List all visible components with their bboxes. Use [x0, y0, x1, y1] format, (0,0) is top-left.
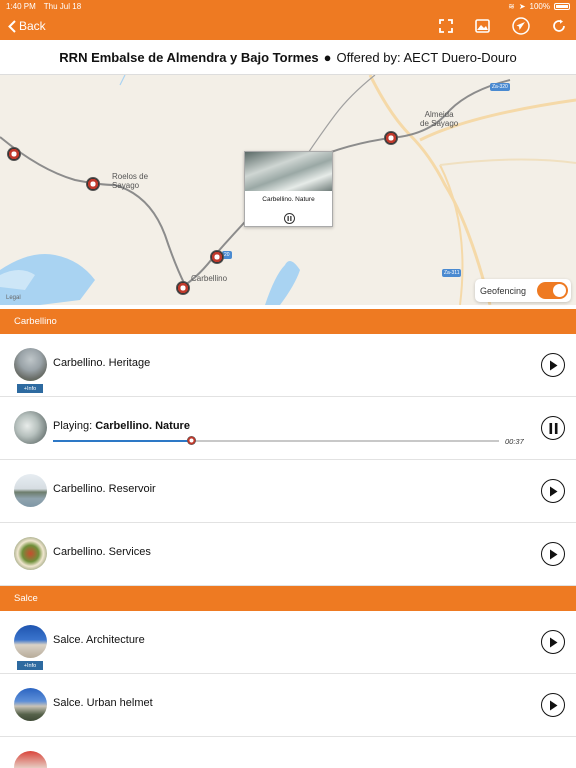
info-badge[interactable]: +Info [17, 384, 43, 393]
back-label: Back [19, 19, 46, 33]
road-shield-za320: Za-320 [490, 83, 510, 91]
play-icon [550, 360, 558, 370]
list-item-partial[interactable] [0, 737, 576, 768]
item-title: Carbellino. Services [53, 546, 151, 558]
item-title: Carbellino. Heritage [53, 357, 151, 369]
item-title: Playing: Carbellino. Nature [53, 420, 190, 432]
list-item[interactable]: Carbellino. Services [0, 523, 576, 586]
thumbnail-urban-helmet [14, 688, 47, 721]
playing-prefix: Playing: [53, 420, 96, 432]
geofencing-toggle[interactable] [537, 282, 568, 299]
map-pin[interactable] [176, 281, 190, 295]
play-icon [550, 637, 558, 647]
list-item[interactable]: +Info Salce. Architecture [0, 611, 576, 674]
play-button[interactable] [541, 479, 565, 503]
list-item[interactable]: Carbellino. Reservoir [0, 460, 576, 523]
section-header-salce: Salce [0, 586, 576, 611]
offered-by: Offered by: AECT Duero-Douro [336, 49, 517, 65]
map-pin[interactable] [86, 177, 100, 191]
wifi-icon: ≋ [508, 1, 515, 11]
progress-slider[interactable] [53, 436, 499, 445]
thumbnail-services [14, 537, 47, 570]
map-pin[interactable] [384, 131, 398, 145]
map-pin[interactable] [210, 250, 224, 264]
callout-image [245, 152, 332, 191]
battery-icon [554, 2, 570, 10]
refresh-icon[interactable] [552, 19, 566, 33]
status-date: Thu Jul 18 [43, 1, 82, 11]
thumbnail-architecture [14, 625, 47, 658]
audio-list: Carbellino +Info Carbellino. Heritage Pl… [0, 309, 576, 768]
map-callout[interactable]: Carbellino. Nature [244, 151, 333, 227]
geofencing-label: Geofencing [480, 285, 527, 296]
info-badge[interactable]: +Info [17, 661, 43, 670]
image-icon[interactable] [475, 19, 490, 33]
nav-bar: Back [0, 12, 576, 40]
map-label-carbellino: Carbellino [191, 274, 228, 283]
location-icon: ➤ [518, 1, 526, 11]
map-label-roelos: Roelos de Sayago [112, 172, 149, 190]
thumbnail-heritage [14, 348, 47, 381]
map-label-almeida: Almeida de Sayago [420, 110, 459, 128]
play-button[interactable] [541, 353, 565, 377]
status-bar: 1:40 PM Thu Jul 18 ≋ ➤ 100% [0, 0, 576, 12]
item-title: Carbellino. Reservoir [53, 483, 156, 495]
play-icon [550, 549, 558, 559]
callout-pause-button[interactable] [284, 213, 295, 224]
thumbnail-nature [14, 411, 47, 444]
item-title: Salce. Urban helmet [53, 697, 153, 709]
route-title-bar: RRN Embalse de Almendra y Bajo Tormes ● … [0, 40, 576, 75]
chevron-left-icon [8, 19, 16, 33]
item-title: Salce. Architecture [53, 634, 145, 646]
pause-icon [549, 422, 557, 434]
play-button[interactable] [541, 630, 565, 654]
thumbnail-reservoir [14, 474, 47, 507]
thumbnail-partial [14, 751, 47, 768]
play-button[interactable] [541, 542, 565, 566]
road-shield-za311: Za-311 [442, 269, 462, 277]
list-item-playing[interactable]: Playing: Carbellino. Nature 00:37 [0, 397, 576, 460]
list-item[interactable]: Salce. Urban helmet [0, 674, 576, 737]
battery-percent: 100% [529, 1, 550, 11]
section-header-carbellino: Carbellino [0, 309, 576, 334]
elapsed-time: 00:37 [505, 437, 524, 446]
map-legal-link[interactable]: Legal [6, 295, 21, 301]
pause-icon [287, 216, 292, 221]
navigation-arrow-icon[interactable] [512, 17, 530, 35]
playing-title: Carbellino. Nature [95, 420, 190, 432]
list-item[interactable]: +Info Carbellino. Heritage [0, 334, 576, 397]
progress-knob[interactable] [186, 436, 196, 445]
play-button[interactable] [541, 693, 565, 717]
back-button[interactable]: Back [0, 19, 46, 33]
section-title: Carbellino [14, 316, 57, 327]
progress-fill [53, 440, 192, 442]
section-title: Salce [14, 593, 38, 604]
play-icon [550, 700, 558, 710]
fullscreen-icon[interactable] [439, 19, 453, 33]
geofencing-control: Geofencing [475, 279, 571, 302]
pause-button[interactable] [541, 416, 565, 440]
callout-title: Carbellino. Nature [262, 196, 315, 203]
title-separator: ● [323, 49, 332, 65]
status-time: 1:40 PM [6, 1, 36, 11]
route-title: RRN Embalse de Almendra y Bajo Tormes [59, 49, 319, 65]
play-icon [550, 486, 558, 496]
map-pin[interactable] [7, 147, 21, 161]
